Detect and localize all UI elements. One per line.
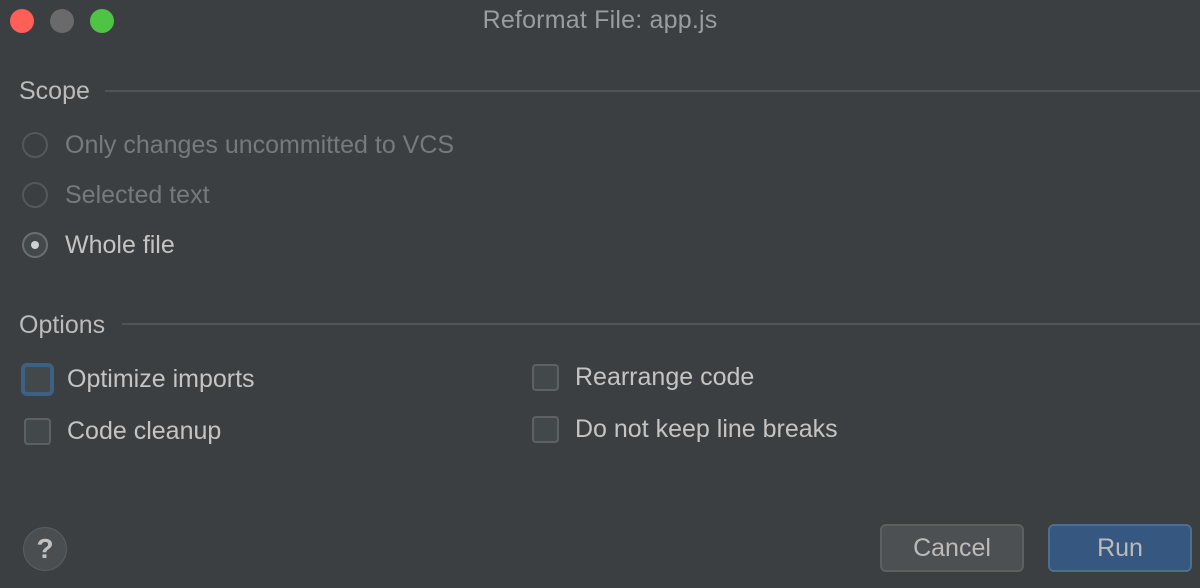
checkbox[interactable] (532, 363, 559, 391)
options-section-label: Options (19, 311, 106, 339)
dialog-title: Reformat File: app.js (482, 6, 718, 34)
run-button[interactable]: Run (1048, 524, 1192, 572)
radio-button[interactable] (22, 182, 48, 208)
question-mark-icon: ? (36, 533, 54, 564)
checkbox-label: Rearrange code (575, 362, 755, 391)
scope-option-whole-file[interactable]: Whole file (22, 229, 175, 261)
help-button[interactable]: ? (23, 527, 67, 571)
radio-button-selected[interactable] (22, 232, 48, 258)
checkbox[interactable] (24, 417, 51, 445)
options-separator (122, 323, 1200, 325)
cancel-button[interactable]: Cancel (880, 524, 1024, 572)
radio-button[interactable] (22, 132, 48, 158)
title-bar: Reformat File: app.js (0, 0, 1200, 42)
scope-separator (105, 90, 1200, 92)
checkbox-rearrange-code[interactable]: Rearrange code (532, 360, 754, 394)
radio-label: Only changes uncommitted to VCS (65, 130, 455, 159)
radio-label: Selected text (65, 180, 210, 209)
checkbox-do-not-keep-line-breaks[interactable]: Do not keep line breaks (532, 412, 838, 446)
checkbox-label: Optimize imports (67, 364, 255, 393)
checkbox-code-cleanup[interactable]: Code cleanup (24, 414, 221, 448)
checkbox-optimize-imports[interactable]: Optimize imports (21, 362, 255, 396)
scope-section-label: Scope (19, 77, 90, 105)
radio-label: Whole file (65, 230, 175, 259)
scope-option-uncommitted[interactable]: Only changes uncommitted to VCS (22, 129, 454, 161)
checkbox-label: Code cleanup (67, 416, 222, 445)
checkbox-label: Do not keep line breaks (575, 414, 838, 443)
checkbox[interactable] (21, 362, 54, 396)
checkbox[interactable] (532, 415, 559, 443)
scope-option-selected-text[interactable]: Selected text (22, 179, 210, 211)
reformat-file-dialog: Reformat File: app.js Scope Only changes… (0, 0, 1200, 588)
